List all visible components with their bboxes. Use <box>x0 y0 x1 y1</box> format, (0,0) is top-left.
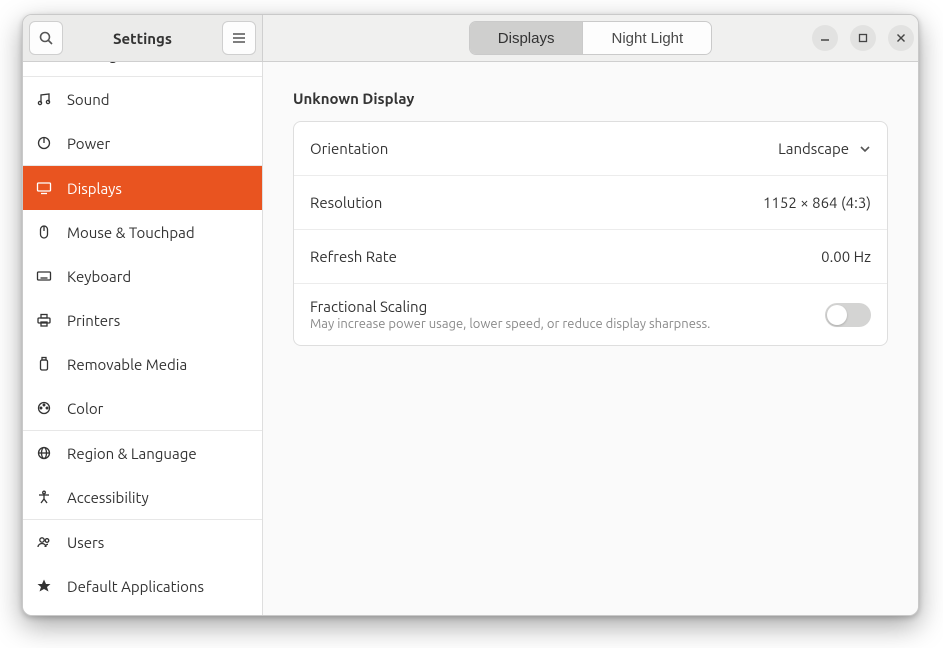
resolution-value: 1152 × 864 (4:3) <box>763 194 871 211</box>
row-label: Fractional Scaling <box>310 298 825 315</box>
display-settings-list: Orientation Landscape Resolution 1152 × … <box>293 121 888 346</box>
search-icon <box>38 30 54 46</box>
sidebar-item-default-apps[interactable]: Default Applications <box>23 564 262 608</box>
section-title: Unknown Display <box>293 90 888 107</box>
search-button[interactable] <box>29 21 63 55</box>
headerbar-left: Settings <box>23 15 263 61</box>
sidebar-item-sound[interactable]: Sound <box>23 77 262 121</box>
chevron-down-icon <box>859 143 871 155</box>
usb-icon <box>35 355 53 373</box>
row-sublabel: May increase power usage, lower speed, o… <box>310 317 825 331</box>
row-label: Refresh Rate <box>310 248 821 265</box>
sidebar-item-displays[interactable]: Displays <box>23 166 262 210</box>
switch-knob <box>827 305 847 325</box>
users-icon <box>35 533 53 551</box>
sidebar-item-label: Users <box>67 534 104 551</box>
close-button[interactable] <box>888 25 914 51</box>
sidebar-item-printers[interactable]: Printers <box>23 298 262 342</box>
keyboard-icon <box>35 267 53 285</box>
sidebar-item-label: Power <box>67 135 110 152</box>
maximize-button[interactable] <box>850 25 876 51</box>
mouse-icon <box>35 223 53 241</box>
headerbar-right: Displays Night Light <box>263 15 918 61</box>
tab-displays[interactable]: Displays <box>470 22 583 54</box>
headerbar: Settings Displays Night Light <box>23 15 918 62</box>
sidebar-item-label: Sound <box>67 91 110 108</box>
minimize-icon <box>819 32 831 44</box>
printer-icon <box>35 311 53 329</box>
sidebar-item-power[interactable]: Power <box>23 121 262 165</box>
view-switcher: Displays Night Light <box>469 21 712 55</box>
minimize-button[interactable] <box>812 25 838 51</box>
settings-window: Settings Displays Night Light <box>22 14 919 616</box>
power-icon <box>35 134 53 152</box>
share-icon <box>35 62 53 63</box>
sidebar-item-sharing[interactable]: Sharing <box>23 62 262 76</box>
sidebar-item-color[interactable]: Color <box>23 386 262 430</box>
sidebar-item-label: Mouse & Touchpad <box>67 224 195 241</box>
color-icon <box>35 399 53 417</box>
orientation-value: Landscape <box>778 140 849 157</box>
sidebar[interactable]: Sharing Sound Power Displays Mouse & Touchpa… <box>23 62 263 615</box>
orientation-row[interactable]: Orientation Landscape <box>294 122 887 176</box>
main-panel: Unknown Display Orientation Landscape Re… <box>263 62 918 615</box>
sidebar-item-label: Sharing <box>67 62 118 63</box>
sidebar-item-label: Printers <box>67 312 120 329</box>
menu-button[interactable] <box>222 21 256 55</box>
sidebar-item-accessibility[interactable]: Accessibility <box>23 475 262 519</box>
window-body: Sharing Sound Power Displays Mouse & Touchpa… <box>23 62 918 615</box>
sidebar-item-removable[interactable]: Removable Media <box>23 342 262 386</box>
refresh-value: 0.00 Hz <box>821 248 871 265</box>
sidebar-item-keyboard[interactable]: Keyboard <box>23 254 262 298</box>
sidebar-item-users[interactable]: Users <box>23 520 262 564</box>
accessibility-icon <box>35 488 53 506</box>
app-title: Settings <box>63 30 222 47</box>
maximize-icon <box>857 32 869 44</box>
row-label: Orientation <box>310 140 778 157</box>
star-icon <box>35 577 53 595</box>
sidebar-item-label: Displays <box>67 180 122 197</box>
sidebar-item-label: Accessibility <box>67 489 149 506</box>
sidebar-item-label: Removable Media <box>67 356 187 373</box>
row-value: Landscape <box>778 140 871 157</box>
sidebar-item-label: Default Applications <box>67 578 204 595</box>
sidebar-item-label: Keyboard <box>67 268 131 285</box>
resolution-row[interactable]: Resolution 1152 × 864 (4:3) <box>294 176 887 230</box>
refresh-rate-row[interactable]: Refresh Rate 0.00 Hz <box>294 230 887 284</box>
sidebar-item-label: Color <box>67 400 103 417</box>
hamburger-icon <box>231 30 247 46</box>
window-controls <box>812 25 914 51</box>
sidebar-item-mouse[interactable]: Mouse & Touchpad <box>23 210 262 254</box>
sidebar-item-region[interactable]: Region & Language <box>23 431 262 475</box>
fractional-scaling-switch[interactable] <box>825 303 871 327</box>
tab-night-light[interactable]: Night Light <box>582 22 711 54</box>
display-icon <box>35 179 53 197</box>
close-icon <box>895 32 907 44</box>
sidebar-item-label: Region & Language <box>67 445 197 462</box>
music-icon <box>35 90 53 108</box>
globe-icon <box>35 444 53 462</box>
fractional-scaling-row[interactable]: Fractional Scaling May increase power us… <box>294 284 887 345</box>
row-label: Resolution <box>310 194 763 211</box>
